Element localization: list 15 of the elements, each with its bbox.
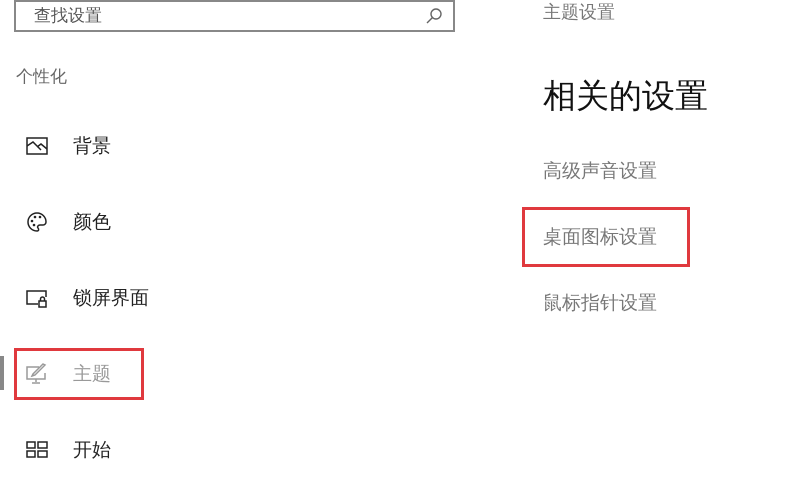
- nav-item[interactable]: 颜色: [14, 196, 144, 248]
- nav-item[interactable]: 背景: [14, 120, 144, 172]
- nav-item[interactable]: 锁屏界面: [14, 272, 182, 324]
- settings-link[interactable]: 鼠标指针设置: [522, 273, 690, 333]
- search-field[interactable]: 查找设置: [14, 0, 455, 32]
- nav-item[interactable]: 主题: [14, 348, 144, 400]
- section-heading: 相关的设置: [543, 75, 708, 117]
- section-heading: 个性化: [16, 66, 68, 88]
- nav-item[interactable]: 开始: [14, 424, 144, 476]
- theme-settings-link[interactable]: 主题设置: [543, 0, 708, 24]
- monitor-brush-icon: [25, 362, 49, 386]
- palette-icon: [25, 210, 49, 234]
- settings-link[interactable]: 高级声音设置: [522, 141, 690, 201]
- search-icon[interactable]: [425, 7, 443, 25]
- settings-link[interactable]: 桌面图标设置: [522, 207, 690, 267]
